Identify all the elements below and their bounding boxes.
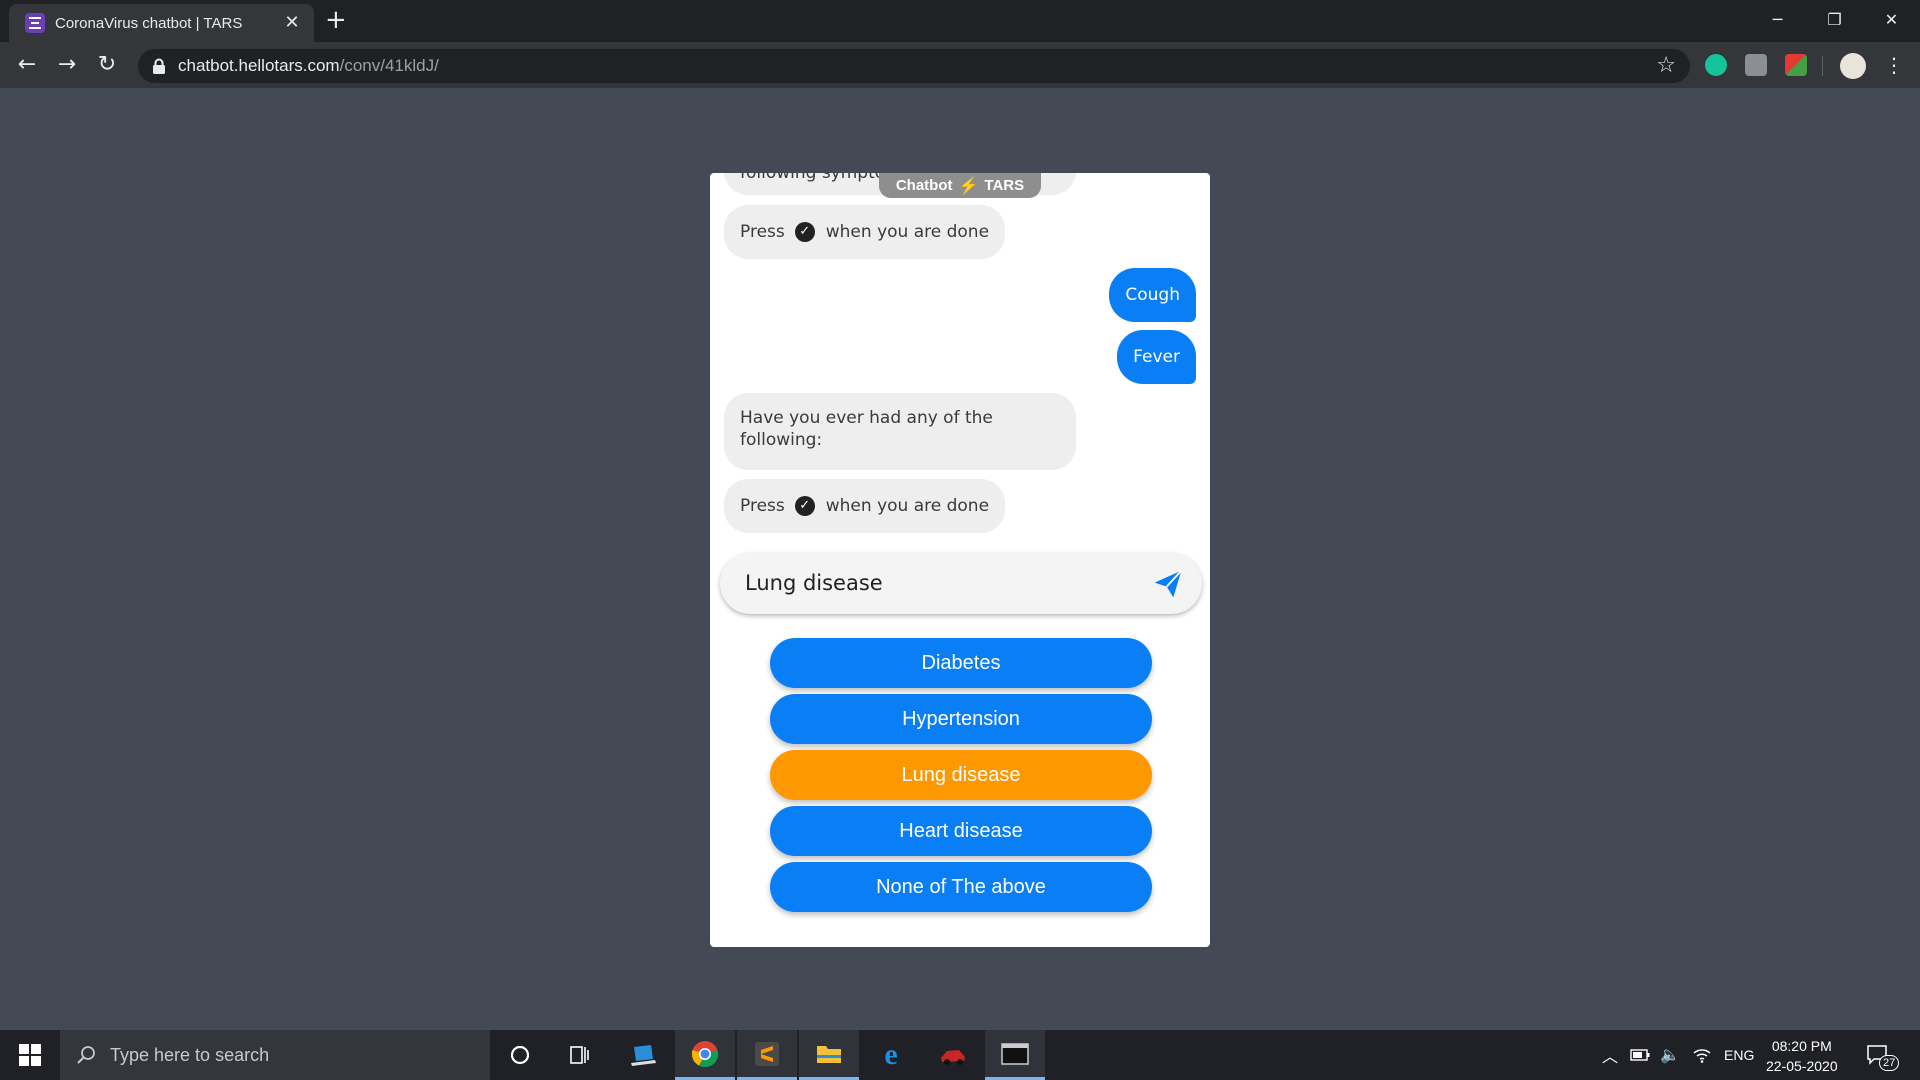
forward-button[interactable]: → bbox=[54, 52, 80, 78]
extension-icon[interactable] bbox=[1745, 54, 1767, 76]
search-placeholder: Type here to search bbox=[110, 1044, 270, 1065]
taskbar-search[interactable]: Type here to search bbox=[60, 1030, 490, 1080]
notification-count: 27 bbox=[1879, 1055, 1900, 1071]
game-taskbar-icon[interactable] bbox=[923, 1030, 983, 1080]
option-label: Heart disease bbox=[899, 820, 1023, 842]
option-heart-disease-button[interactable]: Heart disease bbox=[770, 806, 1152, 856]
checkmark-icon: ✓ bbox=[794, 496, 815, 516]
user-message: Fever bbox=[1117, 330, 1196, 384]
tray-expand-icon[interactable]: ︿ bbox=[1602, 1030, 1618, 1080]
start-button[interactable] bbox=[0, 1030, 60, 1080]
input-value: Lung disease bbox=[745, 571, 883, 595]
url-host: chatbot.hellotars.com bbox=[178, 56, 340, 75]
file-explorer-taskbar-icon[interactable] bbox=[799, 1030, 859, 1080]
edge-icon: e bbox=[884, 1038, 898, 1071]
option-label: None of The above bbox=[876, 876, 1046, 898]
folder-icon bbox=[817, 1045, 841, 1063]
question-text: Have you ever had any of the following: bbox=[740, 408, 993, 450]
sublime-taskbar-icon[interactable] bbox=[737, 1030, 797, 1080]
chrome-icon bbox=[691, 1040, 719, 1067]
restore-button[interactable]: ❐ bbox=[1806, 0, 1863, 38]
edge-taskbar-icon[interactable]: e bbox=[861, 1030, 921, 1080]
window-controls: ─ ❐ ✕ bbox=[1749, 0, 1920, 38]
option-label: Lung disease bbox=[901, 764, 1021, 786]
language-indicator[interactable]: ENG bbox=[1724, 1030, 1754, 1080]
notification-center-button[interactable]: 27 bbox=[1866, 1030, 1900, 1080]
message-input[interactable]: Lung disease bbox=[720, 553, 1202, 614]
profile-avatar[interactable] bbox=[1840, 53, 1866, 79]
tars-favicon-icon bbox=[25, 13, 45, 33]
brand-chatbot-label: Chatbot bbox=[895, 177, 953, 194]
brand-badge[interactable]: Chatbot ⚡ TARS bbox=[879, 173, 1041, 198]
option-diabetes-button[interactable]: Diabetes bbox=[770, 638, 1152, 688]
option-none-button[interactable]: None of The above bbox=[770, 862, 1152, 912]
task-view-glyph-icon bbox=[570, 1046, 589, 1064]
browser-tabstrip: CoronaVirus chatbot | TARS ✕ + ─ ❐ ✕ bbox=[0, 0, 1920, 42]
volume-icon[interactable]: 🔈 bbox=[1660, 1030, 1680, 1080]
battery-glyph-icon bbox=[1630, 1049, 1650, 1061]
grammarly-extension-icon[interactable] bbox=[1705, 54, 1727, 76]
bot-message-question: Have you ever had any of the following: bbox=[724, 393, 1076, 470]
chrome-taskbar-icon[interactable] bbox=[675, 1030, 735, 1080]
browser-menu-icon[interactable]: ⋮ bbox=[1884, 52, 1904, 78]
task-view-icon[interactable] bbox=[550, 1030, 610, 1080]
done-label: when you are done bbox=[825, 222, 990, 242]
system-clock[interactable]: 08:20 PM 22-05-2020 bbox=[1766, 1036, 1838, 1076]
terminal-taskbar-icon[interactable] bbox=[985, 1030, 1045, 1080]
colorful-extension-icon[interactable] bbox=[1785, 54, 1807, 76]
battery-icon[interactable] bbox=[1630, 1030, 1650, 1080]
option-hypertension-button[interactable]: Hypertension bbox=[770, 694, 1152, 744]
windows-taskbar: Type here to search e ︿ 🔈 ENG 08:20 PM 2… bbox=[0, 1030, 1920, 1080]
cortana-icon[interactable] bbox=[490, 1030, 550, 1080]
wifi-glyph-icon bbox=[1693, 1049, 1711, 1063]
racing-car-icon bbox=[941, 1050, 965, 1065]
windows-logo-icon bbox=[19, 1044, 41, 1066]
laptop-app-icon bbox=[631, 1045, 656, 1066]
sublime-text-icon bbox=[755, 1041, 779, 1066]
option-label: Diabetes bbox=[921, 652, 1001, 674]
cortana-circle-icon bbox=[510, 1045, 530, 1065]
done-label: when you are done bbox=[825, 496, 990, 516]
bolt-icon: ⚡ bbox=[958, 177, 979, 195]
reload-button[interactable]: ↻ bbox=[94, 52, 120, 78]
new-tab-button[interactable]: + bbox=[325, 6, 347, 34]
address-bar[interactable]: chatbot.hellotars.com/conv/41kldJ/ ☆ bbox=[138, 49, 1690, 83]
tab-title: CoronaVirus chatbot | TARS bbox=[55, 14, 243, 32]
close-tab-icon[interactable]: ✕ bbox=[282, 13, 302, 33]
browser-toolbar: ← → ↻ chatbot.hellotars.com/conv/41kldJ/… bbox=[0, 42, 1920, 88]
option-lung-disease-button[interactable]: Lung disease bbox=[770, 750, 1152, 800]
chatbot-window: Chatbot ⚡ TARS following sympto Press ✓ … bbox=[710, 173, 1210, 947]
bookmark-star-icon[interactable]: ☆ bbox=[1656, 53, 1676, 79]
minimize-button[interactable]: ─ bbox=[1749, 0, 1806, 38]
search-icon bbox=[77, 1046, 95, 1064]
wifi-icon[interactable] bbox=[1692, 1030, 1712, 1080]
app-icon[interactable] bbox=[613, 1030, 673, 1080]
clock-date: 22-05-2020 bbox=[1766, 1058, 1838, 1074]
cutoff-text: following sympto bbox=[740, 173, 886, 183]
url-text: chatbot.hellotars.com/conv/41kldJ/ bbox=[178, 49, 439, 83]
brand-tars-label: TARS bbox=[984, 177, 1025, 194]
user-message: Cough bbox=[1109, 268, 1196, 322]
terminal-icon bbox=[1001, 1042, 1029, 1065]
option-label: Hypertension bbox=[902, 708, 1020, 730]
send-icon[interactable] bbox=[1152, 568, 1184, 600]
press-label: Press bbox=[740, 222, 785, 242]
checkmark-icon: ✓ bbox=[794, 222, 815, 242]
clock-time: 08:20 PM bbox=[1771, 1038, 1832, 1054]
press-label: Press bbox=[740, 496, 785, 516]
browser-tab[interactable]: CoronaVirus chatbot | TARS ✕ bbox=[9, 4, 314, 42]
close-window-button[interactable]: ✕ bbox=[1863, 0, 1920, 38]
bot-message-press: Press ✓ when you are done bbox=[724, 205, 1006, 259]
toolbar-divider bbox=[1822, 56, 1823, 76]
back-button[interactable]: ← bbox=[14, 52, 40, 78]
url-path: /conv/41kldJ/ bbox=[339, 56, 439, 75]
bot-message-press: Press ✓ when you are done bbox=[724, 479, 1006, 533]
lock-icon bbox=[153, 58, 165, 74]
